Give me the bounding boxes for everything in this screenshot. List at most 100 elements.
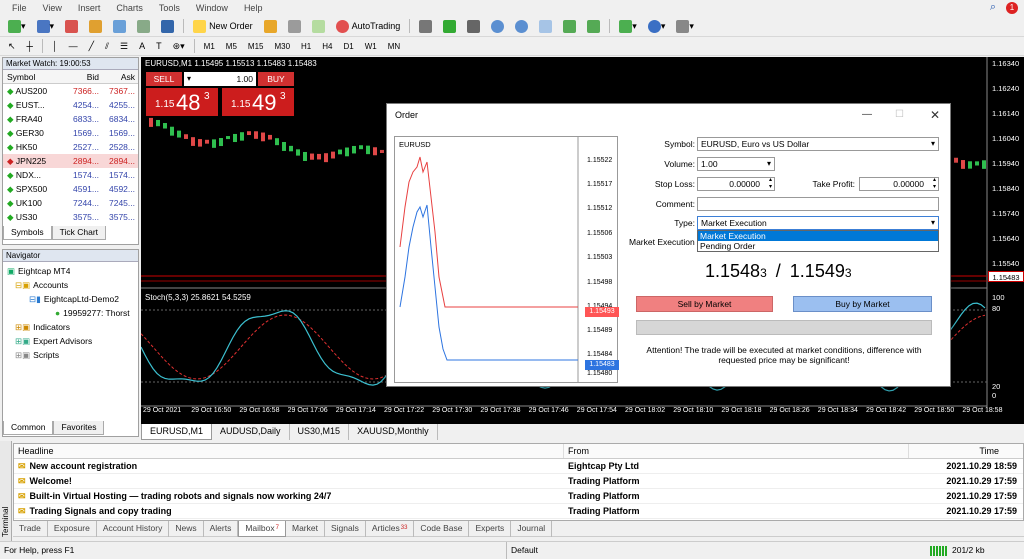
minimize-icon[interactable]: — (862, 104, 872, 126)
market-watch-icon[interactable] (61, 18, 82, 35)
sell-price-button[interactable]: 1.15 48 3 (146, 88, 218, 116)
terminal-tab[interactable]: Code Base (414, 521, 469, 537)
search-icon[interactable]: ⌕ (990, 1, 996, 14)
history-icon[interactable] (308, 18, 329, 35)
tf-w1[interactable]: W1 (361, 42, 381, 51)
metaeditor-icon[interactable] (260, 18, 281, 35)
symbol-select[interactable]: EURUSD, Euro vs US Dollar▾ (697, 137, 939, 151)
tf-h1[interactable]: H1 (297, 42, 315, 51)
market-watch-row[interactable]: ◆ NDX...1574...1574... (3, 168, 138, 182)
templates-button[interactable]: ▾ (672, 18, 698, 35)
terminal-icon[interactable] (133, 18, 154, 35)
tf-m1[interactable]: M1 (200, 42, 219, 51)
terminal-row[interactable]: ✉Built-in Virtual Hosting — trading robo… (14, 489, 1023, 504)
bar-chart-icon[interactable] (415, 18, 436, 35)
terminal-tab[interactable]: Signals (325, 521, 366, 537)
tab-symbols[interactable]: Symbols (3, 226, 52, 240)
tf-d1[interactable]: D1 (340, 42, 358, 51)
type-select[interactable]: Market Execution▾ (697, 216, 939, 230)
menu-file[interactable]: File (4, 3, 35, 13)
terminal-tab[interactable]: Experts (469, 521, 511, 537)
menu-charts[interactable]: Charts (108, 3, 151, 13)
close-icon[interactable]: ✕ (930, 104, 940, 126)
lot-down-icon[interactable]: ▾ (184, 72, 191, 86)
market-watch-row[interactable]: ◆ JPN2252894...2894... (3, 154, 138, 168)
profiles-button[interactable]: ▾ (33, 18, 59, 35)
stop-loss-input[interactable]: 0.00000▴▾ (697, 177, 775, 191)
market-watch-row[interactable]: ◆ GER301569...1569... (3, 126, 138, 140)
crosshair-icon[interactable]: ┼ (23, 38, 37, 55)
tab-favorites[interactable]: Favorites (53, 421, 104, 435)
autotrading-button[interactable]: AutoTrading (332, 18, 405, 35)
channel-icon[interactable]: ⫽ (101, 38, 113, 55)
menu-tools[interactable]: Tools (151, 3, 188, 13)
buy-by-market-button[interactable]: Buy by Market (793, 296, 932, 312)
sell-button[interactable]: SELL (146, 72, 182, 86)
nav-server[interactable]: ⊟▮EightcapLtd-Demo2 (7, 292, 138, 306)
tf-m5[interactable]: M5 (222, 42, 241, 51)
terminal-tab[interactable]: Account History (97, 521, 170, 537)
lot-input[interactable]: 1.00 (184, 72, 256, 86)
data-window-icon[interactable] (85, 18, 106, 35)
sell-by-market-button[interactable]: Sell by Market (636, 296, 773, 312)
comment-input[interactable] (697, 197, 939, 211)
terminal-row[interactable]: ✉Welcome!Trading Platform2021.10.29 17:5… (14, 474, 1023, 489)
new-chart-button[interactable]: ▾ (4, 18, 30, 35)
options-icon[interactable] (284, 18, 305, 35)
vertical-line-icon[interactable]: │ (48, 38, 62, 55)
market-watch-row[interactable]: ◆ HK502527...2528... (3, 140, 138, 154)
cursor-icon[interactable]: ↖ (4, 38, 20, 55)
horizontal-line-icon[interactable]: ― (65, 38, 82, 55)
chart-tab-audusd[interactable]: AUDUSD,Daily (212, 424, 290, 440)
menu-insert[interactable]: Insert (70, 3, 109, 13)
trendline-icon[interactable]: ╱ (85, 38, 98, 55)
terminal-row[interactable]: ✉Trading Signals and copy tradingTrading… (14, 504, 1023, 519)
stepper-icon[interactable]: ▴▾ (933, 177, 936, 191)
fibonacci-icon[interactable]: ☰ (116, 38, 132, 55)
option-pending-order[interactable]: Pending Order (698, 241, 938, 251)
terminal-tab[interactable]: Trade (13, 521, 48, 537)
nav-account[interactable]: ●19959277: Thorst (7, 306, 138, 320)
nav-scripts[interactable]: ⊞▣Scripts (7, 348, 138, 362)
tf-h4[interactable]: H4 (318, 42, 336, 51)
buy-button[interactable]: BUY (258, 72, 294, 86)
terminal-tab[interactable]: Alerts (204, 521, 239, 537)
terminal-tab[interactable]: Journal (511, 521, 552, 537)
indicators-button[interactable]: ▾ (615, 18, 641, 35)
shapes-icon[interactable]: ⊛▾ (169, 38, 189, 55)
menu-view[interactable]: View (35, 3, 70, 13)
nav-experts[interactable]: ⊞▣Expert Advisors (7, 334, 138, 348)
line-chart-icon[interactable] (463, 18, 484, 35)
tab-common[interactable]: Common (3, 421, 53, 435)
tile-windows-icon[interactable] (535, 18, 556, 35)
market-watch-row[interactable]: ◆ US303575...3575... (3, 210, 138, 224)
text-icon[interactable]: A (135, 38, 149, 55)
tf-mn[interactable]: MN (384, 42, 404, 51)
market-watch-row[interactable]: ◆ EUST...4254...4255... (3, 98, 138, 112)
terminal-tab[interactable]: Mailbox7 (238, 521, 286, 537)
terminal-tab[interactable]: Market (286, 521, 325, 537)
zoom-in-icon[interactable] (487, 18, 508, 35)
candlestick-icon[interactable] (439, 18, 460, 35)
nav-indicators[interactable]: ⊞▣Indicators (7, 320, 138, 334)
menu-window[interactable]: Window (188, 3, 236, 13)
periods-button[interactable]: ▾ (644, 18, 670, 35)
market-watch-row[interactable]: ◆ FRA406833...6834... (3, 112, 138, 126)
zoom-out-icon[interactable] (511, 18, 532, 35)
chart-shift-icon[interactable] (583, 18, 604, 35)
chart-tab-eurusd[interactable]: EURUSD,M1 (141, 424, 212, 440)
chart-tab-us30[interactable]: US30,M15 (290, 424, 350, 440)
new-order-button[interactable]: New Order (189, 18, 257, 35)
terminal-tab[interactable]: Exposure (48, 521, 97, 537)
menu-help[interactable]: Help (236, 3, 271, 13)
tf-m30[interactable]: M30 (270, 42, 294, 51)
nav-root[interactable]: ▣Eightcap MT4 (7, 264, 138, 278)
market-watch-row[interactable]: ◆ AUS2007366...7367... (3, 84, 138, 98)
option-market-execution[interactable]: Market Execution (698, 231, 938, 241)
take-profit-input[interactable]: 0.00000▴▾ (859, 177, 939, 191)
navigator-icon[interactable] (109, 18, 130, 35)
autoscroll-icon[interactable] (559, 18, 580, 35)
buy-price-button[interactable]: 1.15 49 3 (222, 88, 294, 116)
terminal-tab[interactable]: News (169, 521, 203, 537)
notification-badge[interactable]: 1 (1006, 2, 1018, 14)
